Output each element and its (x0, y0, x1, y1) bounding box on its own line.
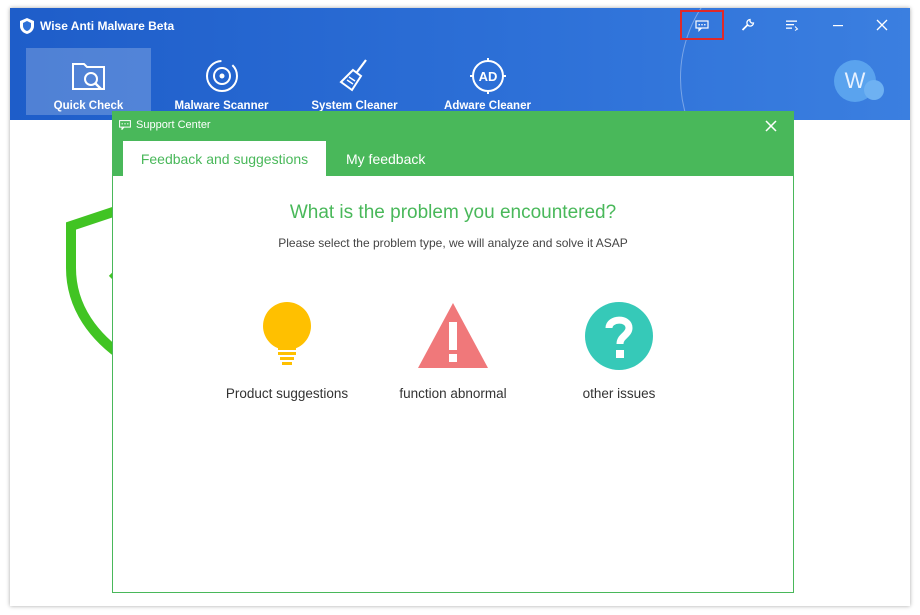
tab-feedback-and-suggestions[interactable]: Feedback and suggestions (123, 141, 326, 176)
nav-malware-scanner[interactable]: Malware Scanner (159, 48, 284, 115)
menu-button[interactable] (770, 10, 814, 40)
option-label: Product suggestions (225, 386, 349, 401)
dialog-header: Support Center Feedback and suggestions … (113, 112, 793, 176)
minimize-button[interactable] (816, 10, 860, 40)
close-button[interactable] (860, 10, 904, 40)
support-center-dialog: Support Center Feedback and suggestions … (112, 111, 794, 593)
app-header: Wise Anti Malware Beta Quick Check Malwa… (10, 8, 910, 120)
problem-headline: What is the problem you encountered? (289, 202, 617, 223)
dialog-title: Support Center (136, 119, 211, 131)
option-product-suggestions[interactable]: Product suggestions (197, 300, 377, 401)
problem-subline: Please select the problem type, we will … (278, 236, 628, 250)
chat-icon (119, 120, 131, 130)
folder-search-icon (71, 63, 105, 90)
option-function-abnormal[interactable]: function abnormal (363, 300, 543, 401)
lightbulb-icon (263, 302, 311, 365)
menu-icon (786, 20, 799, 31)
title-bar: Wise Anti Malware Beta (20, 16, 174, 36)
avatar-badge (864, 80, 884, 100)
question-icon (585, 302, 653, 370)
dialog-tabs: Feedback and suggestions My feedback (123, 141, 445, 176)
chat-icon (695, 20, 709, 32)
minimize-icon (833, 25, 843, 27)
radar-icon (205, 60, 238, 92)
option-label: function abnormal (399, 386, 507, 401)
nav-adware-cleaner[interactable]: AD Adware Cleaner (425, 48, 550, 115)
svg-text:AD: AD (478, 69, 497, 84)
option-label: other issues (582, 386, 656, 401)
tab-my-feedback[interactable]: My feedback (326, 141, 445, 176)
dialog-close-icon[interactable] (763, 118, 779, 134)
broom-icon (338, 59, 367, 92)
feedback-button[interactable] (680, 10, 724, 40)
nav-quick-check[interactable]: Quick Check (26, 48, 151, 115)
close-icon (876, 19, 888, 31)
shield-logo-icon (20, 18, 34, 34)
app-title: Wise Anti Malware Beta (40, 19, 175, 33)
warning-icon (418, 303, 488, 368)
option-other-issues[interactable]: other issues (529, 300, 709, 401)
nav-system-cleaner[interactable]: System Cleaner (292, 48, 417, 115)
dialog-title-bar: Support Center (119, 119, 211, 131)
wrench-icon (741, 18, 755, 31)
ad-icon: AD (469, 58, 506, 94)
tools-button[interactable] (726, 10, 770, 40)
main-nav: Quick Check Malware Scanner System Clean… (26, 48, 558, 115)
